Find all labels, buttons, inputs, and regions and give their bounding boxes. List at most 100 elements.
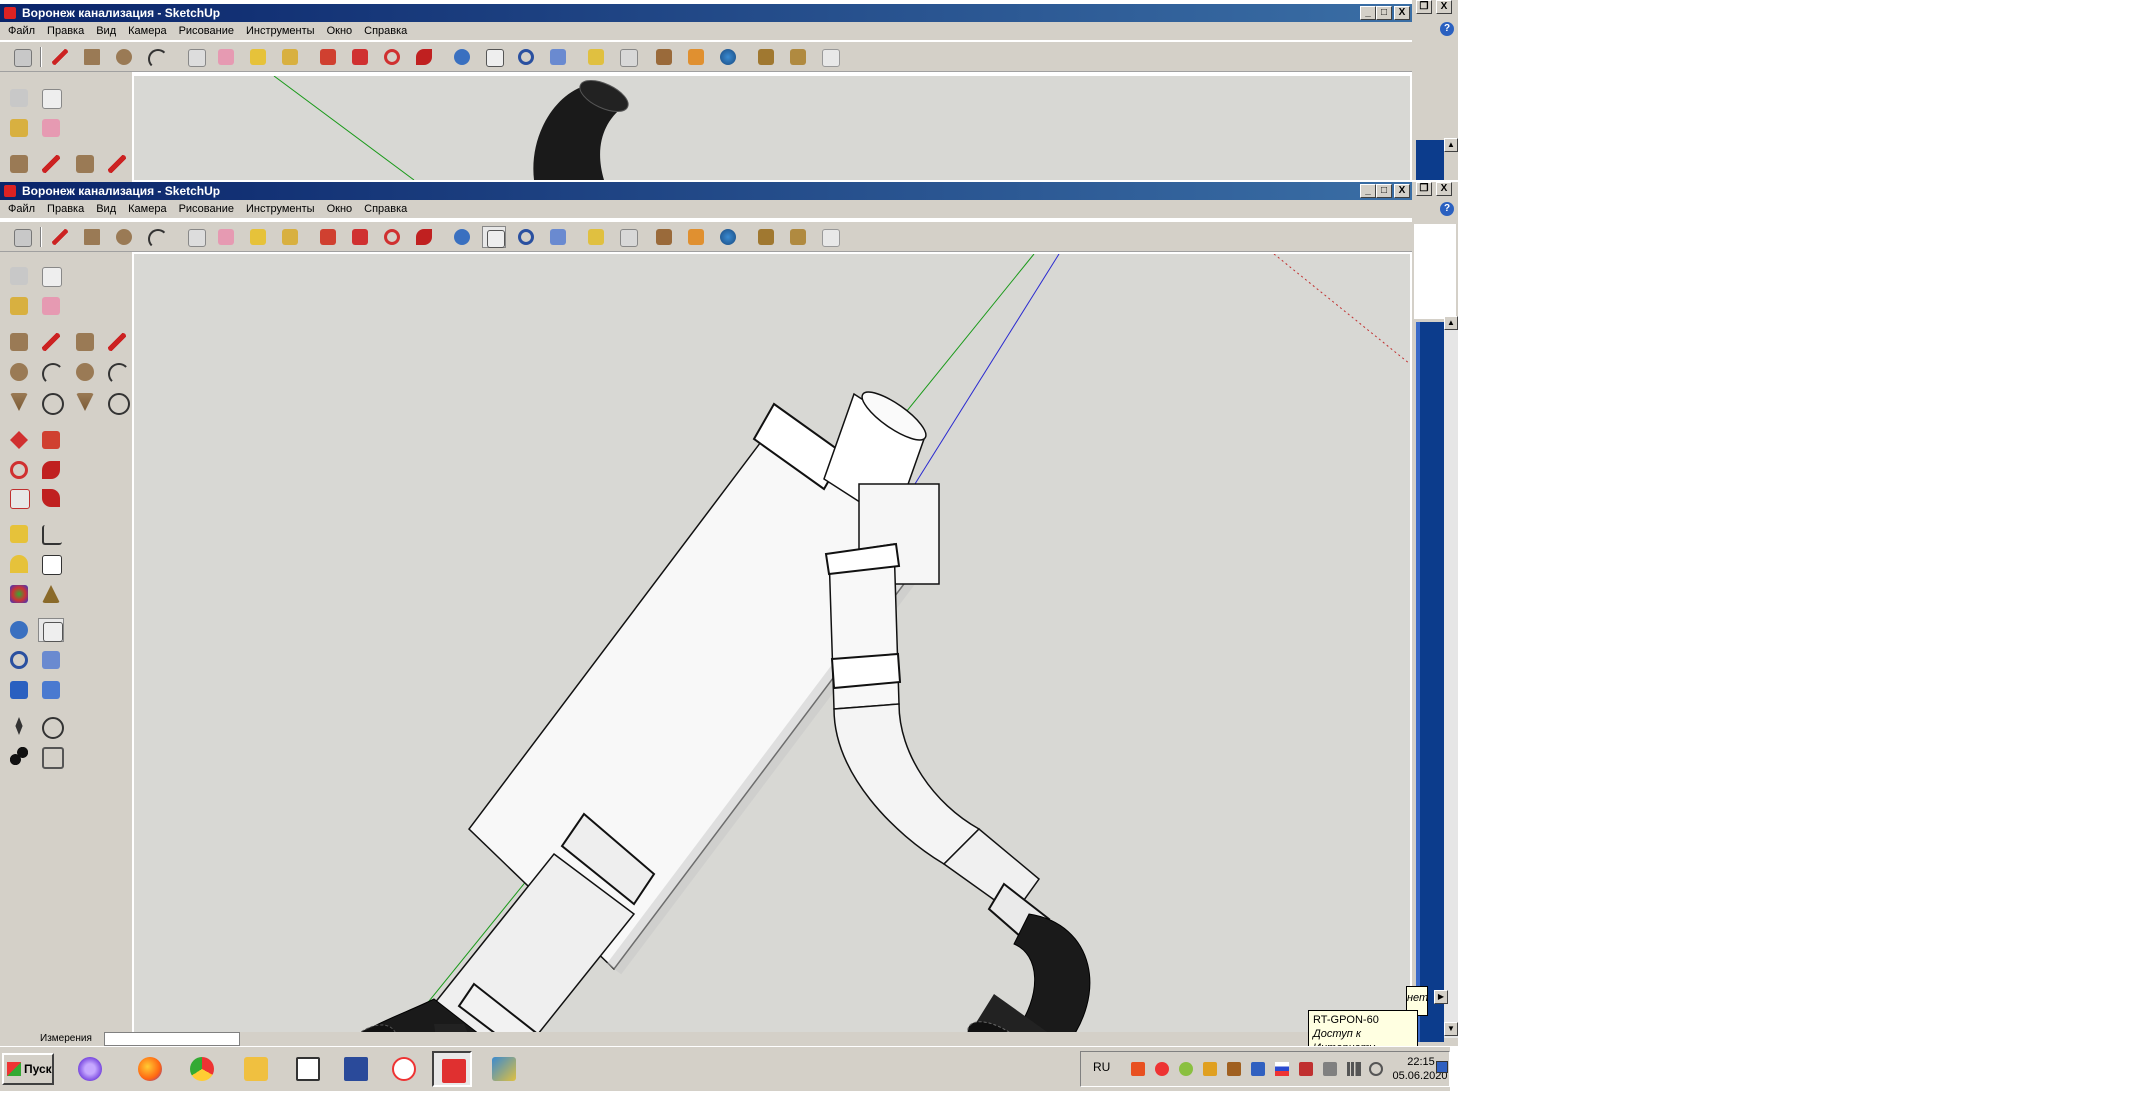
menu-view-back[interactable]: Вид [90,22,122,40]
pencil-tool-icon[interactable] [104,330,130,354]
menu-window[interactable]: Окно [321,200,359,218]
zoom-extents-icon[interactable] [6,678,32,702]
paint-bucket-icon[interactable] [278,226,302,248]
alice-icon[interactable] [70,1051,110,1087]
rectangle-tool-icon[interactable] [6,330,32,354]
close-button-back[interactable]: X [1394,6,1410,20]
help-icon[interactable]: ? [1440,22,1454,36]
arc-tool-icon[interactable] [144,226,168,249]
menu-file[interactable]: Файл [0,200,41,218]
push-pull-icon[interactable] [38,428,64,452]
previous-camera-icon[interactable] [38,678,64,702]
eraser-tool-icon[interactable] [38,294,64,318]
tray-update-icon[interactable] [1179,1062,1193,1076]
window-titlebar-back[interactable]: Воронеж канализация - SketchUp _ □ X [0,4,1412,22]
next-view-icon[interactable] [616,46,640,68]
rectangle-tool-icon[interactable] [72,152,98,176]
previous-view-icon[interactable] [584,46,608,68]
component-tool-icon[interactable] [38,264,64,288]
maximize-button-back[interactable]: □ [1376,6,1392,20]
select-tool-icon[interactable] [6,86,32,110]
firefox-icon[interactable] [130,1051,170,1087]
section-plane-icon[interactable] [38,744,64,769]
3d-text-icon[interactable] [38,582,64,606]
follow-me-icon[interactable] [412,226,436,248]
panel-scrollbar[interactable] [1444,316,1458,1038]
follow-me-icon[interactable] [412,46,436,68]
scroll-right-button[interactable]: ▶ [1434,990,1448,1004]
circle-tool-icon[interactable] [6,360,32,384]
menu-tools-back[interactable]: Инструменты [240,22,321,40]
tape-measure-icon[interactable] [246,46,270,68]
text-tool-icon[interactable] [38,552,64,576]
zoom-window-icon[interactable] [38,648,64,672]
select-tool-icon[interactable] [6,264,32,288]
previous-view-icon[interactable] [584,226,608,248]
tray-yandex-icon[interactable] [1155,1062,1169,1076]
yandex-browser-icon[interactable] [384,1051,424,1087]
scroll-up-button[interactable]: ▲ [1444,316,1458,330]
file-explorer-icon[interactable] [236,1051,276,1087]
tray-volume-icon[interactable] [1369,1062,1383,1076]
layout-icon[interactable] [818,226,842,248]
3d-warehouse-icon[interactable] [652,46,676,68]
language-indicator[interactable]: RU [1093,1060,1110,1074]
circle-tool-icon[interactable] [72,360,98,384]
zoom-tool-icon[interactable] [6,648,32,672]
rotate-tool-icon[interactable] [380,226,404,248]
freehand-tool-icon[interactable] [38,390,64,415]
move-tool-icon[interactable] [348,226,372,248]
window-titlebar[interactable]: Воронеж канализация - SketchUp _ □ X [0,182,1412,200]
restore-button-panel-2[interactable]: ❐ [1416,182,1432,196]
tray-security-icon[interactable] [1203,1062,1217,1076]
move-tool-icon[interactable] [6,428,32,452]
scroll-down-button[interactable]: ▼ [1444,1022,1458,1036]
viewport[interactable] [134,254,1410,1032]
components-icon[interactable] [754,46,778,68]
scroll-up-button-top[interactable]: ▲ [1444,138,1458,152]
chrome-icon[interactable] [182,1051,222,1087]
share-model-icon[interactable] [684,46,708,68]
pan-tool-icon[interactable] [482,226,506,248]
minimize-button[interactable]: _ [1360,184,1376,198]
rotate-tool-icon[interactable] [6,458,32,482]
calendar-icon[interactable] [288,1051,328,1087]
look-around-icon[interactable] [38,714,64,739]
help-icon[interactable]: ? [1440,202,1454,216]
pencil-tool-icon[interactable] [48,46,72,68]
menu-draw-back[interactable]: Рисование [173,22,240,40]
orbit-tool-icon[interactable] [450,226,474,248]
share-model-icon[interactable] [684,226,708,248]
menu-window-back[interactable]: Окно [321,22,359,40]
freehand-tool-icon[interactable] [104,390,130,415]
push-pull-icon[interactable] [316,46,340,68]
tape-measure-icon[interactable] [246,226,270,248]
paint-bucket-icon[interactable] [6,116,32,140]
rectangle-tool-icon[interactable] [80,46,104,68]
viewport-back[interactable] [134,76,1410,180]
restore-button-panel[interactable]: ❐ [1416,0,1432,14]
paint-bucket-icon[interactable] [6,294,32,318]
close-button-panel[interactable]: X [1436,0,1452,14]
eraser-tool-icon[interactable] [38,116,64,140]
component-tool-icon[interactable] [38,86,64,110]
zoom-extents-icon[interactable] [546,226,570,248]
pan-tool-icon[interactable] [38,618,64,642]
arc-tool-icon[interactable] [104,360,130,385]
follow-me-icon[interactable] [38,458,64,482]
zoom-tool-icon[interactable] [514,46,538,68]
tray-firewall-icon[interactable] [1131,1062,1145,1076]
pencil-tool-icon[interactable] [38,330,64,354]
eraser-tool-icon[interactable] [214,46,238,68]
menu-tools[interactable]: Инструменты [240,200,321,218]
measurements-input[interactable] [104,1032,240,1046]
next-view-icon[interactable] [616,226,640,248]
close-button[interactable]: X [1394,184,1410,198]
save-icon[interactable] [336,1051,376,1087]
pencil-tool-icon[interactable] [48,226,72,248]
rotate-tool-icon[interactable] [380,46,404,68]
tape-measure-icon[interactable] [6,522,32,546]
position-camera-icon[interactable] [6,714,32,738]
menu-edit-back[interactable]: Правка [41,22,90,40]
arc-tool-icon[interactable] [38,360,64,385]
